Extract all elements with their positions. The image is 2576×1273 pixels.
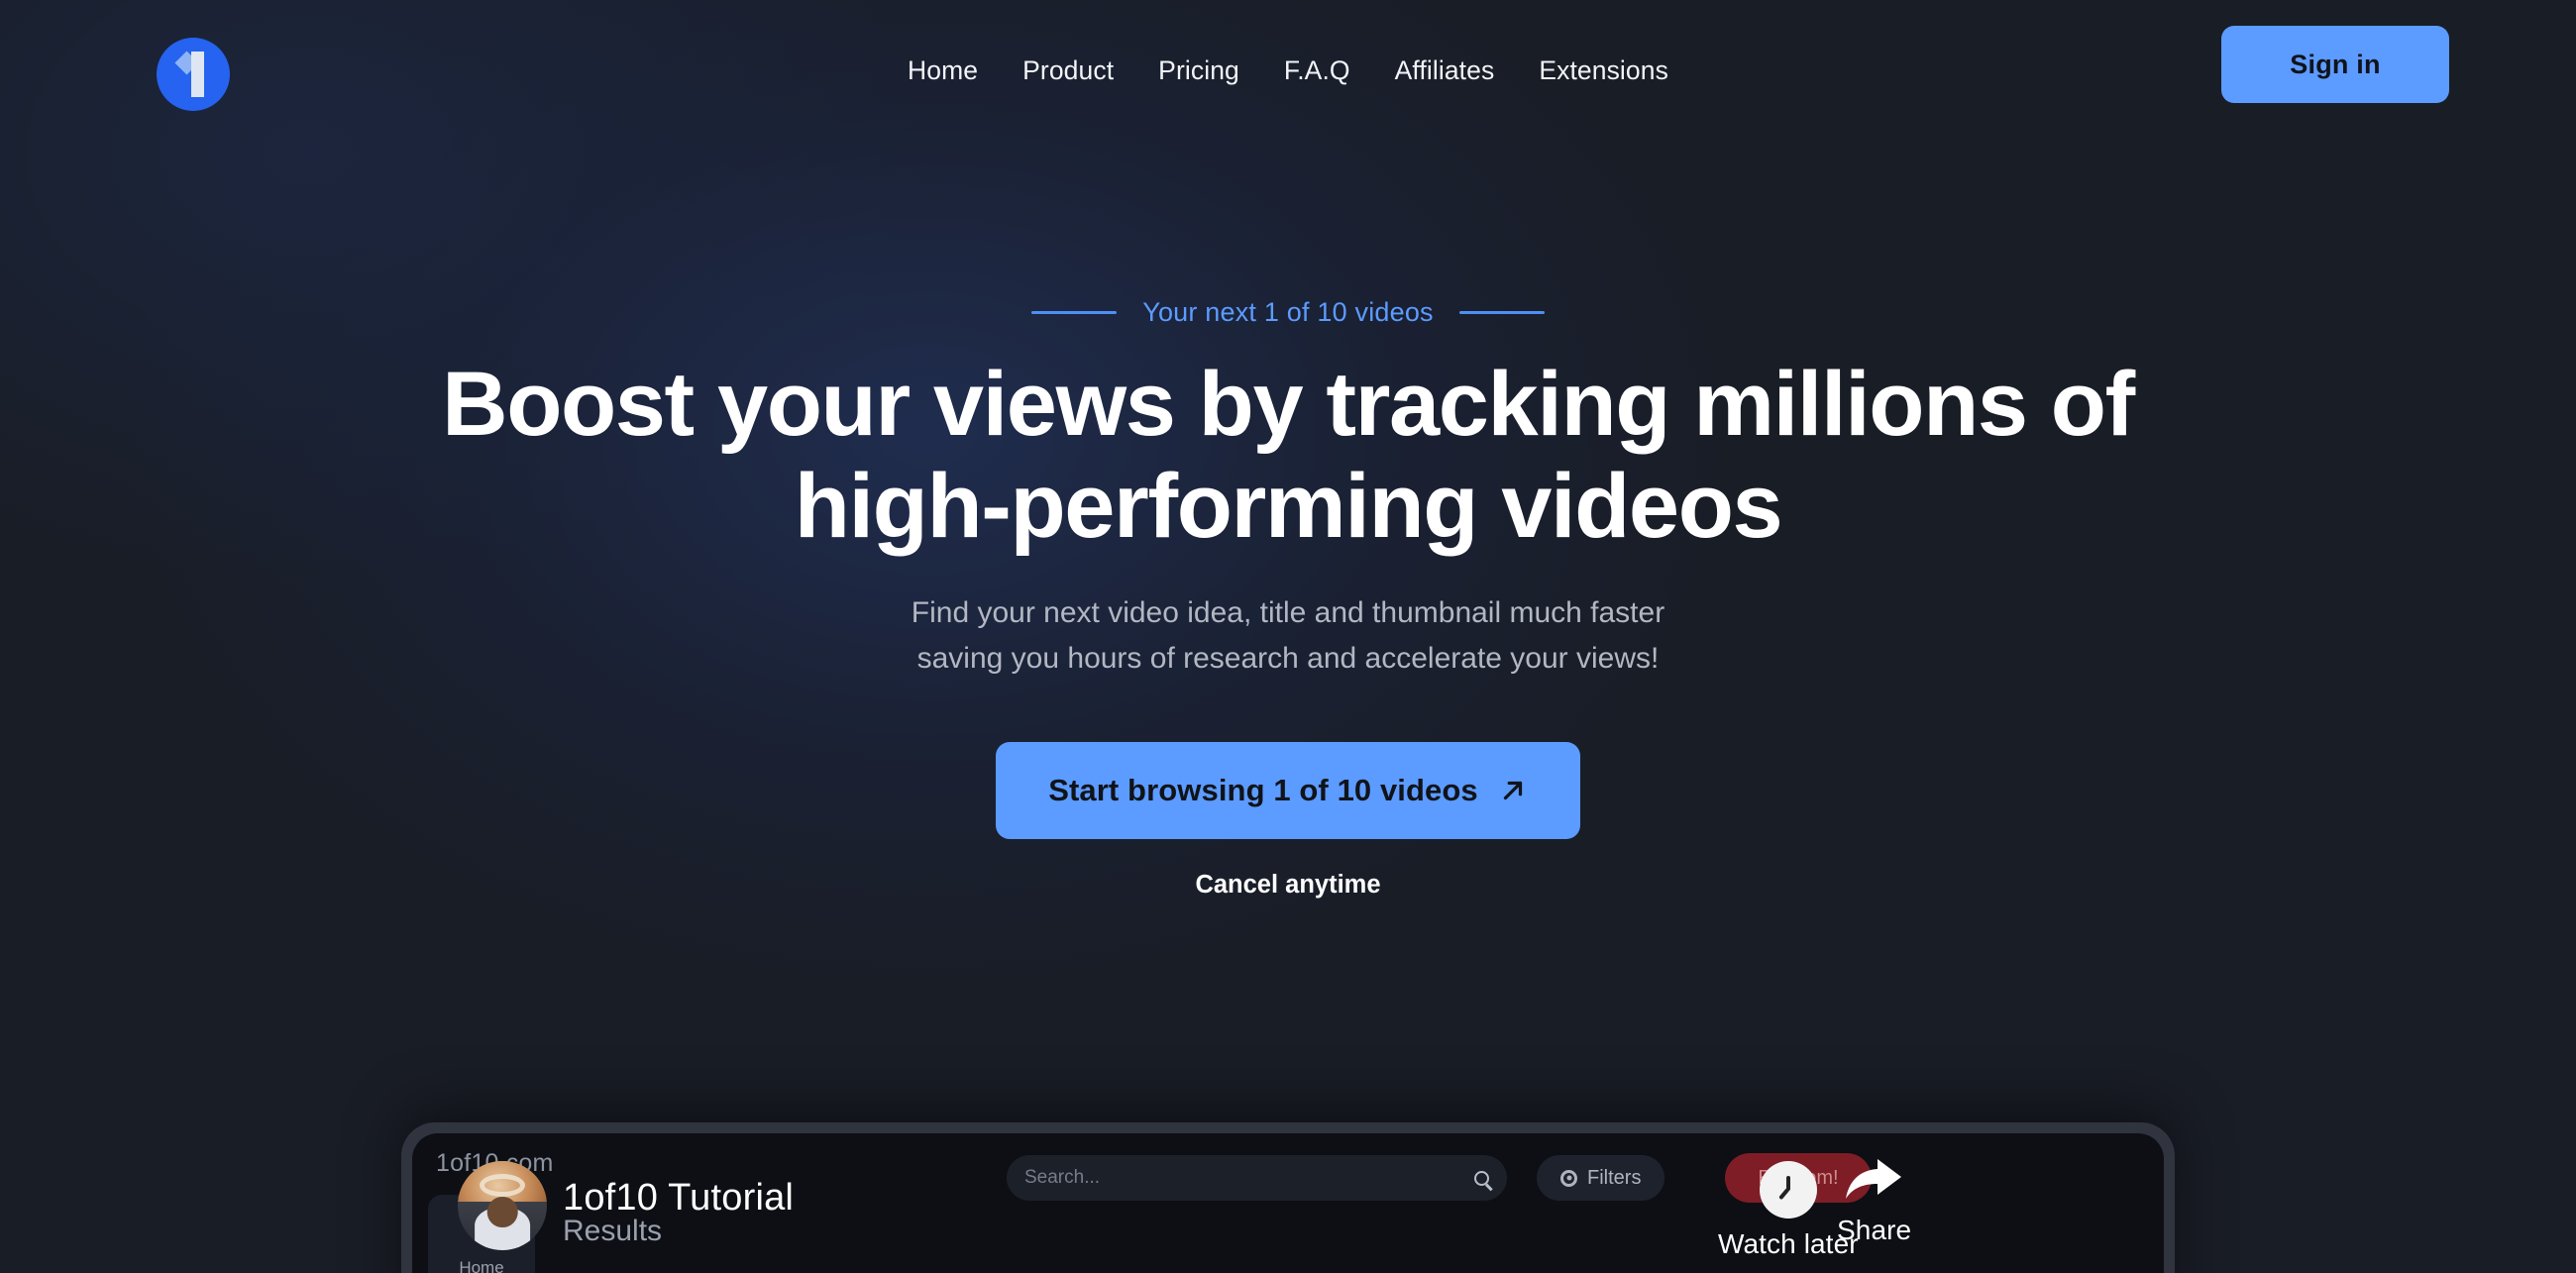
- eyebrow-label: Your next 1 of 10 videos: [1142, 297, 1434, 327]
- arrow-up-right-icon: [1498, 776, 1528, 805]
- start-browsing-button[interactable]: Start browsing 1 of 10 videos: [996, 742, 1580, 840]
- eyebrow-rule-left: [1031, 311, 1118, 314]
- page-title: Boost your views by tracking millions of…: [442, 354, 2135, 557]
- hero-cta-group: Start browsing 1 of 10 videos Cancel any…: [996, 742, 1580, 900]
- hero-subtitle-line-2: saving you hours of research and acceler…: [916, 641, 1660, 675]
- hero-section: Your next 1 of 10 videos Boost your view…: [0, 297, 2576, 900]
- eyebrow-rule-right: [1458, 311, 1545, 314]
- search-input[interactable]: Search...: [1007, 1155, 1507, 1201]
- nav-item-faq[interactable]: F.A.Q: [1284, 55, 1350, 86]
- nav-item-home[interactable]: Home: [908, 55, 978, 86]
- cancel-anytime-note: Cancel anytime: [1195, 871, 1381, 900]
- primary-navigation: Home Product Pricing F.A.Q Affiliates Ex…: [908, 55, 1668, 86]
- filters-label: Filters: [1587, 1166, 1642, 1189]
- hero-eyebrow: Your next 1 of 10 videos: [1031, 297, 1545, 328]
- start-browsing-label: Start browsing 1 of 10 videos: [1048, 773, 1478, 808]
- filters-button[interactable]: Filters: [1537, 1155, 1665, 1201]
- site-header: Home Product Pricing F.A.Q Affiliates Ex…: [0, 0, 2576, 151]
- share-arrow-icon: [1844, 1157, 1905, 1205]
- hero-subtitle: Find your next video idea, title and thu…: [912, 590, 1664, 681]
- avatar: [458, 1161, 547, 1250]
- nav-item-pricing[interactable]: Pricing: [1158, 55, 1239, 86]
- sign-in-button[interactable]: Sign in: [2221, 26, 2449, 103]
- video-title-overlay: 1of10 Tutorial: [563, 1177, 795, 1219]
- sidebar-item-home[interactable]: Home: [428, 1258, 535, 1273]
- hero-subtitle-line-1: Find your next video idea, title and thu…: [911, 596, 1665, 630]
- search-icon: [1474, 1170, 1489, 1186]
- gear-icon: [1560, 1169, 1577, 1187]
- nav-item-affiliates[interactable]: Affiliates: [1395, 55, 1495, 86]
- one-of-ten-logo-icon: [157, 38, 230, 111]
- app-results-label: Results: [563, 1215, 663, 1247]
- share-label: Share: [1837, 1215, 1912, 1245]
- search-placeholder: Search...: [1024, 1167, 1101, 1188]
- app-preview-device: 1of10.com Home Results 1of10 Tutorial Se…: [401, 1122, 2175, 1273]
- clock-icon: [1759, 1161, 1817, 1219]
- share-action[interactable]: Share: [1837, 1157, 1911, 1246]
- nav-item-product[interactable]: Product: [1022, 55, 1114, 86]
- brand-logo[interactable]: [157, 38, 230, 111]
- landing-page: Home Product Pricing F.A.Q Affiliates Ex…: [0, 0, 2576, 1273]
- nav-item-extensions[interactable]: Extensions: [1539, 55, 1668, 86]
- logo-digit-one: [174, 51, 208, 97]
- app-preview-screen: 1of10.com Home Results 1of10 Tutorial Se…: [412, 1133, 2164, 1273]
